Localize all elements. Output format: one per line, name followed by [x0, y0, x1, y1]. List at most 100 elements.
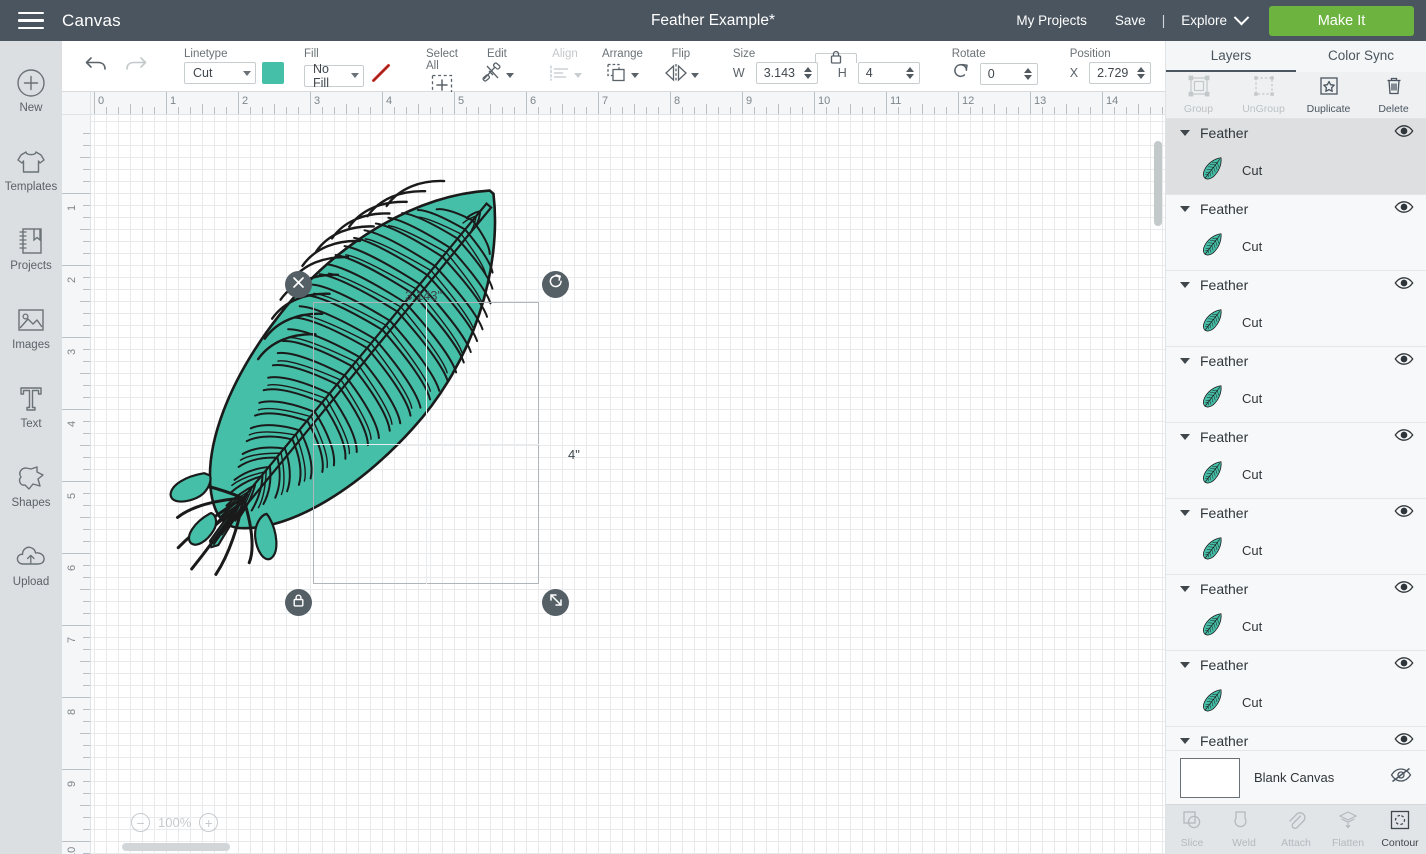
visibility-toggle-icon[interactable] [1394, 732, 1414, 751]
layer-row[interactable]: Feather Cut [1166, 195, 1426, 271]
design-grid[interactable]: 3.143" 4" − 100% + [91, 115, 1165, 854]
width-input[interactable] [755, 62, 818, 84]
layer-header[interactable]: Feather [1166, 195, 1426, 223]
weld-button[interactable]: Weld [1218, 805, 1270, 854]
zoom-in-button[interactable]: + [199, 813, 219, 832]
blank-canvas-row[interactable]: Blank Canvas [1166, 750, 1426, 804]
layer-header[interactable]: Feather [1166, 499, 1426, 527]
contour-button[interactable]: Contour [1374, 805, 1426, 854]
x-stepper[interactable] [1134, 67, 1148, 79]
layer-row[interactable]: Feather Cut [1166, 575, 1426, 651]
rotate-value[interactable] [987, 66, 1021, 81]
vertical-ruler[interactable]: 1 2 3 4 5 6 7 8 9 10 [62, 115, 91, 854]
chevron-down-icon[interactable] [1180, 662, 1190, 668]
layer-sublayer[interactable]: Cut [1166, 451, 1426, 498]
layer-sublayer[interactable]: Cut [1166, 375, 1426, 422]
my-projects-link[interactable]: My Projects [1002, 13, 1101, 28]
group-button[interactable]: Group [1166, 72, 1231, 118]
layer-sublayer[interactable]: Cut [1166, 603, 1426, 650]
layer-header[interactable]: Feather [1166, 271, 1426, 299]
save-button[interactable]: Save [1101, 13, 1160, 28]
sidebar-item-new[interactable]: New [0, 51, 62, 130]
layer-header[interactable]: Feather [1166, 727, 1426, 750]
attach-button[interactable]: Attach [1270, 805, 1322, 854]
layer-sublayer[interactable]: Cut [1166, 299, 1426, 346]
layer-header[interactable]: Feather [1166, 119, 1426, 147]
slice-button[interactable]: Slice [1166, 805, 1218, 854]
sidebar-item-text[interactable]: Text [0, 367, 62, 446]
layer-sublayer[interactable]: Cut [1166, 527, 1426, 574]
canvas-horizontal-scrollbar[interactable] [122, 843, 230, 851]
visibility-toggle-icon[interactable] [1394, 580, 1414, 599]
tab-color-sync[interactable]: Color Sync [1296, 41, 1426, 72]
layer-header[interactable]: Feather [1166, 575, 1426, 603]
lock-handle[interactable] [285, 589, 312, 616]
redo-arrow-icon[interactable] [124, 54, 148, 79]
visibility-toggle-icon[interactable] [1394, 656, 1414, 675]
layers-list[interactable]: Feather Cut Feather Cut Feather Cut Feat… [1166, 119, 1426, 750]
chevron-down-icon[interactable] [1180, 510, 1190, 516]
chevron-down-icon[interactable] [1180, 738, 1190, 744]
sidebar-item-upload[interactable]: Upload [0, 525, 62, 604]
visibility-toggle-icon[interactable] [1394, 352, 1414, 371]
tab-layers[interactable]: Layers [1166, 41, 1296, 72]
layer-header[interactable]: Feather [1166, 651, 1426, 679]
linetype-select[interactable]: Cut [184, 62, 256, 84]
layer-row[interactable]: Feather Cut [1166, 651, 1426, 727]
linetype-color-swatch[interactable] [262, 62, 284, 84]
chevron-down-icon[interactable] [1180, 434, 1190, 440]
no-fill-slash-icon[interactable] [370, 62, 392, 89]
layer-sublayer[interactable]: Cut [1166, 679, 1426, 726]
chevron-down-icon[interactable] [1180, 586, 1190, 592]
visibility-toggle-icon[interactable] [1394, 428, 1414, 447]
sidebar-item-images[interactable]: Images [0, 288, 62, 367]
height-stepper[interactable] [903, 67, 917, 79]
height-input[interactable] [857, 62, 920, 84]
width-value[interactable] [763, 66, 801, 80]
layer-row[interactable]: Feather Cut [1166, 727, 1426, 750]
visibility-toggle-icon[interactable] [1394, 276, 1414, 295]
visibility-toggle-icon[interactable] [1394, 200, 1414, 219]
layer-row[interactable]: Feather Cut [1166, 423, 1426, 499]
hamburger-menu-icon[interactable] [0, 0, 62, 41]
delete-handle[interactable] [285, 271, 312, 298]
layer-row[interactable]: Feather Cut [1166, 119, 1426, 195]
flip-button[interactable] [663, 62, 699, 89]
rotate-input[interactable] [979, 62, 1038, 85]
ungroup-button[interactable]: UnGroup [1231, 72, 1296, 118]
lock-closed-icon[interactable] [828, 49, 844, 70]
rotate-handle[interactable] [542, 271, 569, 298]
visibility-toggle-icon[interactable] [1394, 504, 1414, 523]
rotate-stepper[interactable] [1021, 67, 1035, 80]
undo-arrow-icon[interactable] [84, 54, 108, 79]
canvas-vertical-scrollbar[interactable] [1154, 141, 1162, 226]
height-value[interactable] [865, 66, 903, 80]
make-it-button[interactable]: Make It [1269, 5, 1414, 36]
delete-button[interactable]: Delete [1361, 72, 1426, 118]
resize-handle[interactable] [542, 589, 569, 616]
rotate-icon[interactable] [952, 62, 970, 85]
layer-sublayer[interactable]: Cut [1166, 223, 1426, 270]
x-value[interactable] [1097, 66, 1135, 80]
explore-dropdown[interactable]: Explore [1167, 9, 1257, 28]
chevron-down-icon[interactable] [1180, 282, 1190, 288]
x-input[interactable] [1089, 62, 1152, 84]
sidebar-item-shapes[interactable]: Shapes [0, 446, 62, 525]
eye-hidden-icon[interactable] [1390, 767, 1412, 788]
arrange-button[interactable] [605, 62, 640, 89]
duplicate-button[interactable]: Duplicate [1296, 72, 1361, 118]
layer-row[interactable]: Feather Cut [1166, 499, 1426, 575]
align-button[interactable] [548, 62, 582, 89]
layer-row[interactable]: Feather Cut [1166, 347, 1426, 423]
chevron-down-icon[interactable] [1180, 130, 1190, 136]
layer-header[interactable]: Feather [1166, 347, 1426, 375]
sidebar-item-projects[interactable]: Projects [0, 209, 62, 288]
visibility-toggle-icon[interactable] [1394, 124, 1414, 143]
edit-button[interactable] [480, 62, 514, 89]
sidebar-item-templates[interactable]: Templates [0, 130, 62, 209]
chevron-down-icon[interactable] [1180, 206, 1190, 212]
zoom-out-button[interactable]: − [131, 813, 150, 832]
horizontal-ruler[interactable]: 0 1 2 3 4 5 6 7 8 9 10 11 12 13 14 [91, 92, 1165, 115]
layer-header[interactable]: Feather [1166, 423, 1426, 451]
flatten-button[interactable]: Flatten [1322, 805, 1374, 854]
